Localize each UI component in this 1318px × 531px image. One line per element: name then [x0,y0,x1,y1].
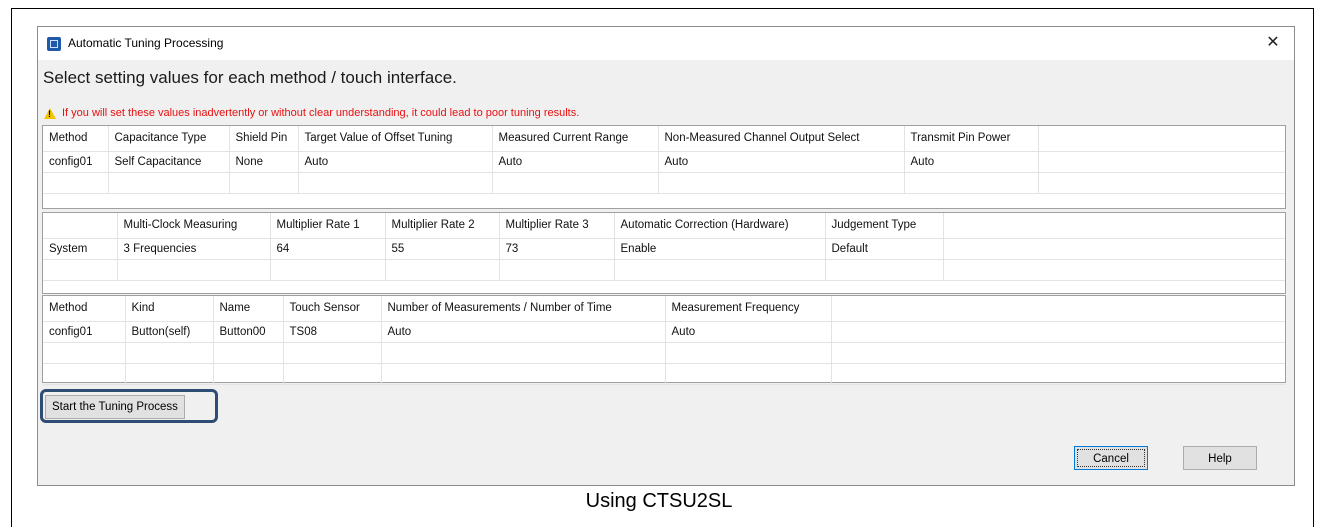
table-cell [43,259,118,281]
table-header: Automatic Correction (Hardware) [614,213,826,239]
table-cell[interactable]: Self Capacitance [108,151,230,173]
close-icon[interactable]: ✕ [1259,31,1287,55]
table-cell[interactable]: 64 [270,238,386,260]
table-header: Touch Sensor [283,296,382,322]
table-cell[interactable]: Auto [665,321,832,343]
table-header: Method [43,126,109,152]
app-icon [47,37,61,51]
table-cell: Button00 [213,321,284,343]
table-cell[interactable]: 55 [385,238,500,260]
table-cell[interactable]: Auto [658,151,905,173]
table-cell [943,238,1285,260]
table-cell [385,259,500,281]
table-header: Target Value of Offset Tuning [298,126,493,152]
table-cell [614,259,826,281]
warning-text: If you will set these values inadvertent… [62,107,580,119]
system-settings-table: Multi-Clock Measuring Multiplier Rate 1 … [42,212,1286,294]
table-cell [283,363,382,385]
table-cell [117,259,271,281]
table-header: Multiplier Rate 1 [270,213,386,239]
title-bar: Automatic Tuning Processing ✕ [38,27,1294,60]
table-header [43,213,118,239]
table-header: Non-Measured Channel Output Select [658,126,905,152]
table-cell[interactable]: Default [825,238,944,260]
window-title: Automatic Tuning Processing [68,36,224,50]
table-header: Transmit Pin Power [904,126,1039,152]
table-cell [1038,151,1285,173]
method-settings-table: Method Capacitance Type Shield Pin Targe… [42,125,1286,209]
table-cell [658,172,905,194]
help-button[interactable]: Help [1183,446,1257,470]
table-header: Multi-Clock Measuring [117,213,271,239]
table-cell [125,363,214,385]
touch-interface-table: Method Kind Name Touch Sensor Number of … [42,295,1286,385]
page-heading: Select setting values for each method / … [43,68,457,87]
table-header: Capacitance Type [108,126,230,152]
table-cell [825,259,944,281]
table-cell[interactable]: 3 Frequencies [117,238,271,260]
table-header-empty [1038,126,1285,152]
table-cell: System [43,238,118,260]
table-cell [831,321,1285,343]
table-cell [943,259,1285,281]
table-cell[interactable]: 73 [499,238,615,260]
table-header: Judgement Type [825,213,944,239]
table-cell[interactable]: Auto [492,151,659,173]
table-cell [298,172,493,194]
table-cell [43,363,126,385]
warning-icon [44,107,56,119]
table-cell [381,363,666,385]
table-cell [43,342,126,364]
table-cell [283,342,382,364]
table-cell: TS08 [283,321,382,343]
table-cell [665,342,832,364]
start-tuning-button[interactable]: Start the Tuning Process [45,395,185,419]
table-cell [229,172,299,194]
table-header: Method [43,296,126,322]
table-header: Multiplier Rate 2 [385,213,500,239]
table-header-empty [831,296,1285,322]
figure-caption: Using CTSU2SL [585,490,733,512]
table-cell [108,172,230,194]
table-cell[interactable]: Auto [298,151,493,173]
table-cell [1038,172,1285,194]
table-cell[interactable]: Enable [614,238,826,260]
table-cell [213,363,284,385]
table-cell[interactable]: Auto [381,321,666,343]
table-cell [831,363,1285,385]
cancel-button[interactable]: Cancel [1074,446,1148,470]
dialog-window: Automatic Tuning Processing ✕ Select set… [37,26,1295,486]
table-cell [904,172,1039,194]
table-header: Measured Current Range [492,126,659,152]
warning-message: If you will set these values inadvertent… [44,107,579,119]
table-cell [270,259,386,281]
table-cell [125,342,214,364]
table-cell: Button(self) [125,321,214,343]
table-header: Number of Measurements / Number of Time [381,296,666,322]
table-cell [831,342,1285,364]
table-header: Shield Pin [229,126,299,152]
table-cell[interactable]: None [229,151,299,173]
table-cell [492,172,659,194]
table-cell [499,259,615,281]
table-header: Multiplier Rate 3 [499,213,615,239]
table-header: Measurement Frequency [665,296,832,322]
table-header-empty [943,213,1285,239]
table-cell[interactable]: config01 [43,151,109,173]
table-header: Kind [125,296,214,322]
table-cell [213,342,284,364]
table-cell: config01 [43,321,126,343]
table-cell [381,342,666,364]
table-cell [665,363,832,385]
table-header: Name [213,296,284,322]
table-cell [43,172,109,194]
table-cell[interactable]: Auto [904,151,1039,173]
